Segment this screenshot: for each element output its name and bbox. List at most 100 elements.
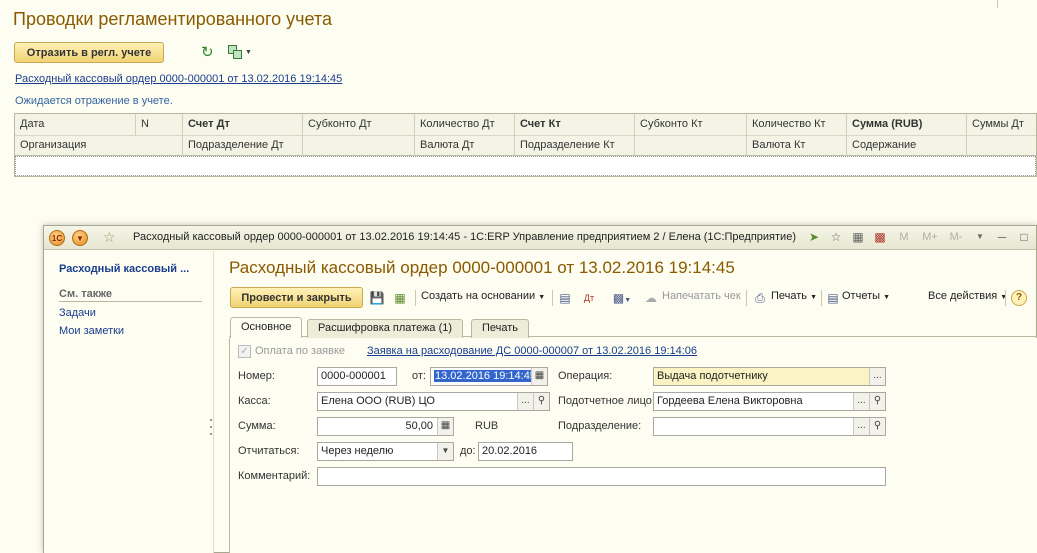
col-credit-account[interactable]: Счет Кт <box>515 114 635 135</box>
sum-field[interactable]: 50,00 ▦ <box>317 417 454 436</box>
print-check-button: Напечатать чек <box>662 290 741 302</box>
comment-field[interactable] <box>317 467 886 486</box>
document-link[interactable]: Расходный кассовый ордер 0000-000001 от … <box>15 73 342 85</box>
tab-strip: Основное Расшифровка платежа (1) Печать <box>229 317 1037 338</box>
save-icon[interactable]: 💾 <box>369 290 385 306</box>
reports-button[interactable]: Отчеты ▼ <box>842 290 890 302</box>
operation-field[interactable]: Выдача подотчетнику... <box>653 367 886 386</box>
dt-kt-icon[interactable]: Дт <box>581 290 597 306</box>
comment-label: Комментарий: <box>238 470 311 482</box>
col-currency-dt[interactable]: Валюта Дт <box>415 135 515 156</box>
sidebar-item-tasks[interactable]: Задачи <box>59 307 96 319</box>
person-field[interactable]: Гордеева Елена Викторовна... ⚲ <box>653 392 886 411</box>
refresh-icon[interactable]: ↻ <box>201 45 217 61</box>
grid-header: Дата N Счет Дт Субконто Дт Количество Дт… <box>15 114 1036 156</box>
arrow-star-icon[interactable]: ➤ <box>806 229 822 245</box>
post-icon[interactable]: ▦ <box>392 290 408 306</box>
form-main: ✓ Оплата по заявке Заявка на расходовани… <box>229 338 1037 553</box>
window-title: Расходный кассовый ордер 0000-000001 от … <box>133 231 796 243</box>
document-window: 1С ▼ ☆ Расходный кассовый ордер 0000-000… <box>43 225 1037 553</box>
pay-by-request-checkbox: ✓ <box>238 345 251 358</box>
number-label: Номер: <box>238 370 275 382</box>
cash-label: Касса: <box>238 395 271 407</box>
col-qty-dt[interactable]: Количество Дт <box>415 114 515 135</box>
menu-dropdown-icon[interactable]: ▼ <box>72 230 88 246</box>
calculator-icon[interactable]: ▦ <box>437 418 453 435</box>
search-icon[interactable]: ⚲ <box>533 393 549 410</box>
col-division-dt[interactable]: Подразделение Дт <box>183 135 303 156</box>
col-organization[interactable]: Организация <box>15 135 183 156</box>
printer-icon[interactable]: ⎙ <box>752 290 768 306</box>
col-division-kt[interactable]: Подразделение Кт <box>515 135 635 156</box>
grid-empty-row[interactable] <box>15 156 1036 176</box>
m-minus-button[interactable]: M- <box>946 229 966 245</box>
tab-main[interactable]: Основное <box>230 317 303 338</box>
document-form: Расходный кассовый ордер 0000-000001 от … <box>229 251 1037 553</box>
col-qty-kt[interactable]: Количество Кт <box>747 114 847 135</box>
help-icon[interactable]: ? <box>1011 290 1027 306</box>
date-label: от: <box>412 370 426 382</box>
ellipsis-icon[interactable]: ... <box>853 418 869 435</box>
ellipsis-icon[interactable]: ... <box>517 393 533 410</box>
sidebar-section-see-also: См. также <box>59 288 202 302</box>
create-based-on-button[interactable]: Создать на основании ▼ <box>421 290 545 302</box>
document-heading: Расходный кассовый ордер 0000-000001 от … <box>229 258 735 277</box>
until-field[interactable]: 20.02.2016 <box>478 442 573 461</box>
m-plus-button[interactable]: M+ <box>920 229 940 245</box>
col-currency-kt[interactable]: Валюта Кт <box>747 135 847 156</box>
tab-payment-details[interactable]: Расшифровка платежа (1) <box>307 319 464 338</box>
chevron-down-icon[interactable]: ▼ <box>437 443 453 460</box>
col-content[interactable]: Содержание <box>847 135 967 156</box>
reflect-button[interactable]: Отразить в регл. учете <box>14 42 164 63</box>
print-button[interactable]: Печать ▼ <box>771 290 817 302</box>
col-subconto-dt[interactable]: Субконто Дт <box>303 114 415 135</box>
structure-icon[interactable]: ▼ <box>228 45 252 61</box>
calendar-icon[interactable]: ▦ <box>531 368 547 385</box>
reports-icon[interactable]: ▤ <box>825 290 841 306</box>
app-logo-icon[interactable]: 1С <box>49 230 65 246</box>
maximize-icon[interactable]: □ <box>1016 229 1032 245</box>
calculator-icon[interactable]: ▦ <box>850 229 866 245</box>
all-actions-button[interactable]: Все действия ▼ <box>928 290 1007 302</box>
number-field[interactable]: 0000-000001 <box>317 367 397 386</box>
col-subconto-kt[interactable]: Субконто Кт <box>635 114 747 135</box>
col-n[interactable]: N <box>136 114 183 135</box>
request-link[interactable]: Заявка на расходование ДС 0000-000007 от… <box>367 345 697 357</box>
until-label: до: <box>460 445 476 457</box>
search-icon[interactable]: ⚲ <box>869 418 885 435</box>
sidebar-item-notes[interactable]: Мои заметки <box>59 325 124 337</box>
col-date[interactable]: Дата <box>15 114 136 135</box>
calendar-icon[interactable]: ▩ <box>872 229 888 245</box>
title-bar: 1С ▼ ☆ Расходный кассовый ордер 0000-000… <box>44 226 1036 250</box>
currency-label: RUB <box>475 420 499 432</box>
minimize-icon[interactable]: ─ <box>994 229 1010 245</box>
search-icon[interactable]: ⚲ <box>869 393 885 410</box>
date-field[interactable]: 13.02.2016 19:14:45 ▦ <box>430 367 548 386</box>
m-button[interactable]: M <box>894 229 914 245</box>
pay-by-request-label: Оплата по заявке <box>255 345 346 357</box>
favorite-star-icon[interactable]: ☆ <box>103 229 116 246</box>
sidebar-title[interactable]: Расходный кассовый ... <box>59 263 189 275</box>
post-and-close-button[interactable]: Провести и закрыть <box>230 287 363 308</box>
tab-print[interactable]: Печать <box>471 319 530 338</box>
chevron-down-icon[interactable]: ▼ <box>972 229 988 245</box>
structure-menu-icon[interactable]: ▩▼ <box>610 290 634 306</box>
sum-label: Сумма: <box>238 420 276 432</box>
cloud-icon: ☁ <box>645 291 657 305</box>
cash-field[interactable]: Елена ООО (RUB) ЦО... ⚲ <box>317 392 550 411</box>
col-sums-dt[interactable]: Суммы Дт <box>967 114 1037 135</box>
division-field[interactable]: ... ⚲ <box>653 417 886 436</box>
report-label: Отчитаться: <box>238 445 300 457</box>
col-sum[interactable]: Сумма (RUB) <box>847 114 967 135</box>
ellipsis-icon[interactable]: ... <box>869 368 885 385</box>
entries-grid[interactable]: Дата N Счет Дт Субконто Дт Количество Дт… <box>14 113 1037 177</box>
star-square-icon[interactable]: ☆ <box>828 229 844 245</box>
division-label: Подразделение: <box>558 420 642 432</box>
register-title: Проводки регламентированного учета <box>13 9 333 29</box>
report-select[interactable]: Через неделю ▼ <box>317 442 454 461</box>
splitter-handle[interactable] <box>210 419 214 443</box>
ellipsis-icon[interactable]: ... <box>853 393 869 410</box>
command-bar: Провести и закрыть 💾 ▦ Создать на основа… <box>229 287 1037 311</box>
register-list-icon[interactable]: ▤ <box>557 290 573 306</box>
col-debit-account[interactable]: Счет Дт <box>183 114 303 135</box>
